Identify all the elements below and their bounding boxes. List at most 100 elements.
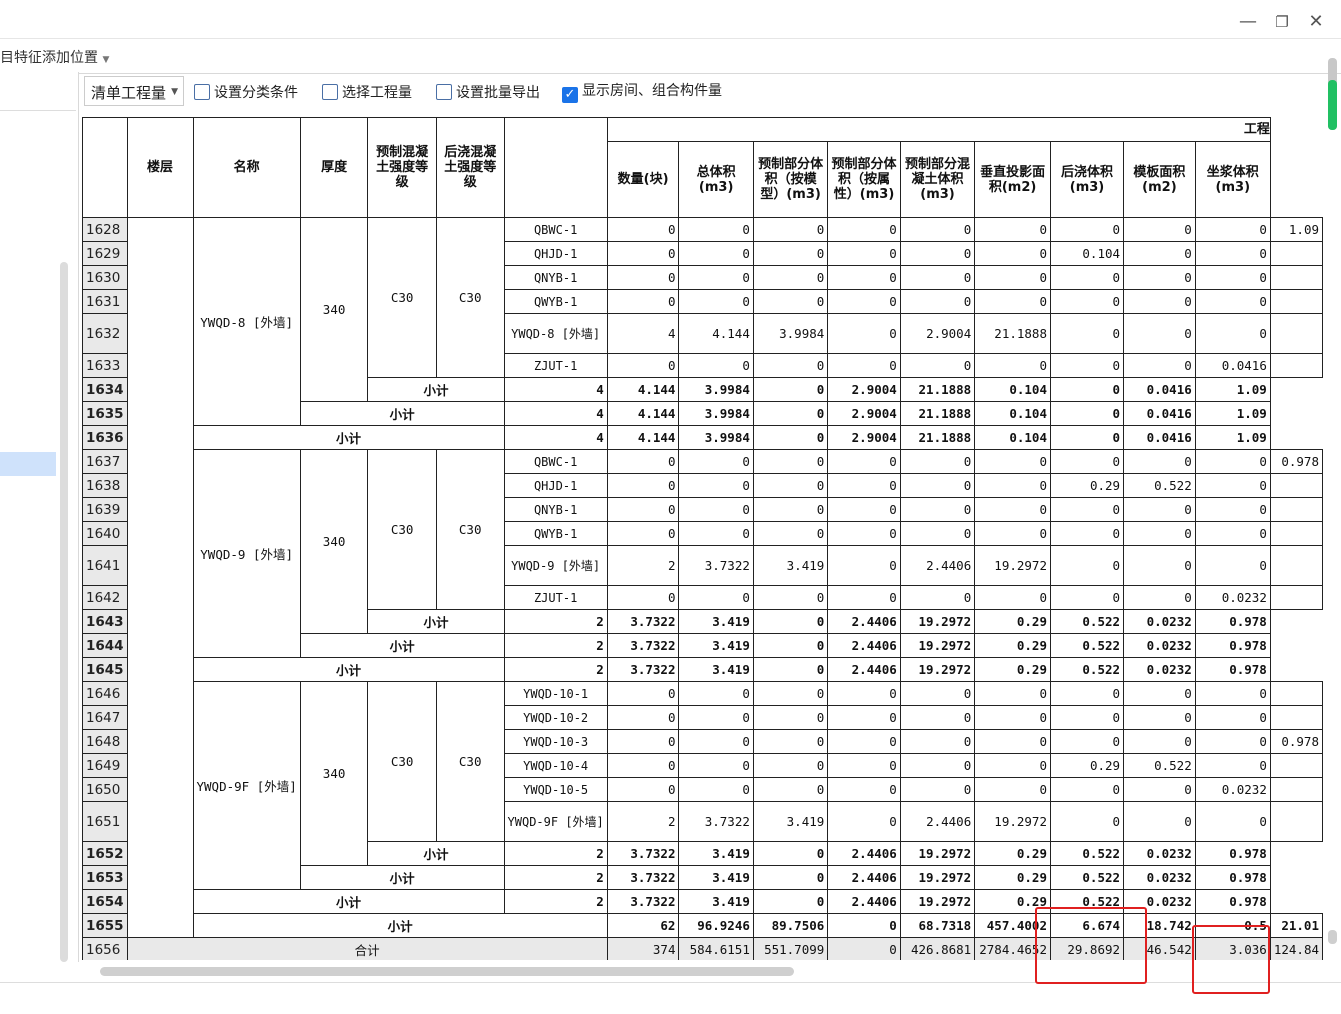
value-cell: 2.9004 <box>899 313 976 354</box>
wall-name-cell: YWQD-9F [外墙] <box>192 681 301 890</box>
value-cell: 0 <box>752 753 829 778</box>
value-cell: 2.4406 <box>827 889 901 914</box>
quantity-table: 楼层 名称 厚度 预制混凝土强度等级 后浇混凝土强度等级 工程 数量(块) 总体… <box>82 117 1323 960</box>
value-cell: 0 <box>1049 705 1125 730</box>
value-cell: 0.522 <box>1049 841 1125 866</box>
vertical-scrollbar-lower[interactable] <box>1328 930 1337 944</box>
value-cell: 3.7322 <box>606 865 680 890</box>
value-cell: 0.978 <box>1194 657 1271 682</box>
row-number: 1642 <box>82 585 128 610</box>
floor-cell <box>126 217 194 938</box>
value-cell: 0 <box>1049 377 1125 402</box>
feature-position-menu[interactable]: 目特征添加位置 ▼ <box>0 47 109 67</box>
close-icon[interactable]: ✕ <box>1304 10 1328 34</box>
value-cell: 0 <box>1049 449 1125 474</box>
value-cell: 0 <box>899 217 976 242</box>
value-cell: 2.4406 <box>827 865 901 890</box>
toolbar: 清单工程量 ▼ 设置分类条件 选择工程量 设置批量导出 ✓ 显示房间、组合构件量 <box>80 74 1330 112</box>
selected-tree-item[interactable] <box>0 452 56 476</box>
scroll-thumb[interactable] <box>1328 80 1337 130</box>
value-cell: 0 <box>752 377 829 402</box>
quantity-type-dropdown[interactable]: 清单工程量 ▼ <box>84 76 184 106</box>
value-cell: 0.0232 <box>1123 865 1196 890</box>
value-cell: 0 <box>752 353 829 378</box>
value-cell: 0 <box>899 289 976 314</box>
row-number: 1652 <box>82 841 128 866</box>
component-cell: YWQD-10-5 <box>503 777 608 802</box>
value-cell: 2 <box>503 657 608 682</box>
show-rooms-checkbox[interactable]: ✓ 显示房间、组合构件量 <box>562 80 722 103</box>
row-number: 1635 <box>82 401 128 426</box>
value-cell: 0 <box>606 217 680 242</box>
highlight-box-grout-volume <box>1192 925 1270 994</box>
value-cell: 0 <box>1123 313 1196 354</box>
component-cell: YWQD-9 [外墙] <box>503 545 608 586</box>
batch-export-button[interactable]: 设置批量导出 <box>436 82 540 102</box>
value-cell: 0.522 <box>1123 473 1196 498</box>
value-cell: 21.1888 <box>974 313 1051 354</box>
left-scrollbar[interactable] <box>60 262 68 962</box>
row-number: 1644 <box>82 633 128 658</box>
precast-grade-cell: C30 <box>367 449 437 610</box>
vertical-scrollbar[interactable] <box>1328 58 1337 130</box>
table-row: 1646 YWQD-9F [外墙] 340 C30 C30 YWQD-10-1 0 0 0 0 0 0… <box>82 681 1323 890</box>
value-cell: 2.4406 <box>899 801 976 842</box>
vertical-area-header: 垂直投影面积(m2) <box>974 141 1051 218</box>
value-cell: 0 <box>606 681 680 706</box>
value-cell: 96.9246 <box>678 913 754 938</box>
value-cell: 0 <box>1194 545 1271 586</box>
value-cell: 0 <box>606 449 680 474</box>
value-cell: 0.978 <box>1269 729 1323 754</box>
value-cell: 1.09 <box>1194 401 1271 426</box>
value-cell: 426.8681 <box>899 937 976 960</box>
value-cell: 0 <box>752 241 829 266</box>
restore-icon[interactable]: ❐ <box>1270 10 1294 34</box>
horizontal-scrollbar[interactable] <box>100 967 794 976</box>
value-cell: 0.104 <box>974 425 1051 450</box>
wall-name-cell: YWQD-8 [外墙] <box>192 217 301 426</box>
highlight-box-cast-volume <box>1035 907 1147 984</box>
value-cell: 0 <box>1194 801 1271 842</box>
component-cell: QNYB-1 <box>503 265 608 290</box>
select-quantity-button[interactable]: 选择工程量 <box>322 82 412 102</box>
value-cell: 0 <box>752 865 829 890</box>
value-cell: 0 <box>678 265 754 290</box>
value-cell: 19.2972 <box>899 889 976 914</box>
value-cell: 62 <box>606 913 680 938</box>
value-cell: 0 <box>1123 729 1196 754</box>
value-cell: 2 <box>503 889 608 914</box>
value-cell: 0 <box>1123 289 1196 314</box>
value-cell: 0 <box>1049 289 1125 314</box>
floor-header: 楼层 <box>126 117 194 218</box>
value-cell: 89.7506 <box>752 913 829 938</box>
value-cell: 0 <box>974 497 1051 522</box>
value-cell <box>1269 705 1323 730</box>
value-cell: 0 <box>752 289 829 314</box>
menu-bar: 目特征添加位置 ▼ <box>0 38 1341 74</box>
value-cell: 0 <box>899 681 976 706</box>
chevron-down-icon: ▼ <box>171 87 178 97</box>
value-cell: 0 <box>974 681 1051 706</box>
value-cell: 0 <box>974 449 1051 474</box>
value-cell <box>1269 521 1323 546</box>
component-cell: YWQD-8 [外墙] <box>503 313 608 354</box>
minimize-icon[interactable]: — <box>1236 10 1260 34</box>
value-cell: 0 <box>606 753 680 778</box>
value-cell: 0 <box>606 473 680 498</box>
value-cell: 0.522 <box>1123 753 1196 778</box>
value-cell: 0.0416 <box>1123 377 1196 402</box>
value-cell: 0 <box>827 289 901 314</box>
value-cell <box>1269 681 1323 706</box>
value-cell: 0 <box>1049 681 1125 706</box>
subtotal-label: 小计 <box>367 377 505 402</box>
value-cell: 0 <box>827 729 901 754</box>
left-search-box[interactable] <box>0 76 76 111</box>
value-cell: 0 <box>899 521 976 546</box>
value-cell <box>1269 473 1323 498</box>
set-classification-button[interactable]: 设置分类条件 <box>194 82 298 102</box>
value-cell: 0 <box>1049 777 1125 802</box>
value-cell: 3.419 <box>678 633 754 658</box>
value-cell: 3.419 <box>752 545 829 586</box>
value-cell: 0 <box>678 217 754 242</box>
value-cell: 0 <box>752 841 829 866</box>
